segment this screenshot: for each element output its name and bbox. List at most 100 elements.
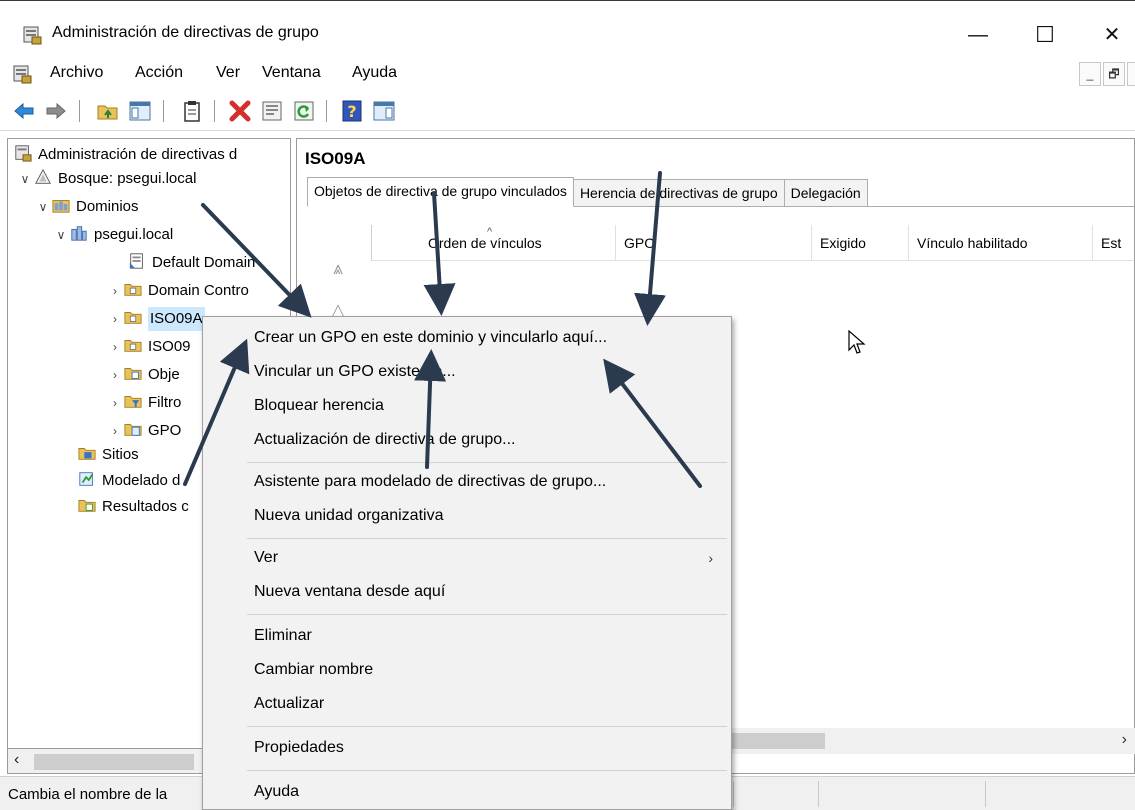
- back-arrow-icon[interactable]: [12, 99, 36, 123]
- action-pane-icon[interactable]: [372, 99, 396, 123]
- tree-item-starter-gpo[interactable]: › GPO: [106, 419, 181, 443]
- menu-item-rename[interactable]: Cambiar nombre: [203, 653, 731, 687]
- menu-item-new-ou[interactable]: Nueva unidad organizativa: [203, 499, 731, 533]
- tree-item-gpmc-root[interactable]: Administración de directivas d: [14, 143, 237, 167]
- menu-item-help[interactable]: Ayuda: [203, 775, 731, 809]
- forward-arrow-icon[interactable]: [44, 99, 68, 123]
- window-top-edge: [0, 0, 1135, 9]
- maximize-button[interactable]: ☐: [1022, 18, 1068, 52]
- scroll-left-icon[interactable]: ‹: [14, 751, 19, 769]
- clipboard-icon[interactable]: [180, 99, 204, 123]
- column-gpo[interactable]: GPO: [616, 225, 812, 261]
- menu-item-group-policy-update[interactable]: Actualización de directiva de grupo...: [203, 423, 731, 457]
- show-hide-tree-icon[interactable]: [128, 99, 152, 123]
- properties-icon[interactable]: [260, 99, 284, 123]
- domains-icon: [52, 200, 70, 213]
- tree-item-wmi-filters[interactable]: › Filtro: [106, 391, 181, 415]
- up-folder-icon[interactable]: [96, 99, 120, 123]
- tree-item-domains[interactable]: ∨ Dominios: [34, 195, 139, 219]
- tree-label: psegui.local: [94, 226, 174, 243]
- tree-item-default-domain-policy[interactable]: Default Domain: [128, 251, 255, 275]
- mouse-cursor-icon: [848, 330, 866, 354]
- status-separator: [733, 781, 734, 807]
- tree-label: ISO09: [148, 338, 191, 355]
- tree-item-domain[interactable]: ∨ psegui.local: [52, 223, 174, 247]
- tree-item-iso09b[interactable]: › ISO09: [106, 335, 191, 359]
- title-bar: Administración de directivas de grupo — …: [0, 10, 1135, 58]
- tree-item-forest[interactable]: ∨ Bosque: psegui.local: [16, 167, 196, 191]
- scroll-right-icon[interactable]: ›: [1122, 731, 1127, 749]
- close-button[interactable]: ✕: [1089, 18, 1135, 52]
- gpmc-node-icon: [15, 145, 32, 162]
- gpmc-app-icon: [23, 26, 42, 45]
- tree-item-iso09a[interactable]: › ISO09A: [106, 307, 205, 331]
- toolbar-separator: [79, 100, 80, 122]
- menu-item-create-gpo[interactable]: Crear un GPO en este dominio y vincularl…: [203, 321, 731, 355]
- mdi-controls: _ 🗗 ×: [1077, 62, 1135, 86]
- tab-delegation[interactable]: Delegación: [783, 179, 868, 207]
- menu-item-delete[interactable]: Eliminar: [203, 619, 731, 653]
- status-text: Cambia el nombre de la: [8, 786, 168, 803]
- sites-icon: [78, 448, 96, 460]
- chevron-right-icon[interactable]: ›: [106, 363, 124, 387]
- menu-archivo[interactable]: Archivo: [50, 64, 103, 82]
- tab-linked-gpos[interactable]: Objetos de directiva de grupo vinculados: [307, 177, 574, 207]
- delete-icon[interactable]: [228, 99, 252, 123]
- svg-text:?: ?: [347, 102, 356, 121]
- column-enforced[interactable]: Exigido: [812, 225, 909, 261]
- tab-strip: Objetos de directiva de grupo vinculados…: [307, 177, 868, 207]
- chevron-right-icon[interactable]: ›: [106, 335, 124, 359]
- menu-separator: [247, 770, 727, 771]
- column-link-enabled[interactable]: Vínculo habilitado: [909, 225, 1093, 261]
- menu-accion[interactable]: Acción: [135, 64, 183, 82]
- tree-label: Obje: [148, 366, 180, 383]
- ou-folder-icon: [124, 284, 142, 296]
- scrollbar-thumb[interactable]: [34, 754, 194, 770]
- tab-inheritance[interactable]: Herencia de directivas de grupo: [572, 179, 785, 207]
- menu-item-modeling-wizard[interactable]: Asistente para modelado de directivas de…: [203, 465, 731, 499]
- menu-item-block-inheritance[interactable]: Bloquear herencia: [203, 389, 731, 423]
- mdi-minimize-button[interactable]: _: [1079, 62, 1101, 86]
- refresh-icon[interactable]: [292, 99, 316, 123]
- menu-separator: [247, 614, 727, 615]
- chevron-right-icon[interactable]: ›: [106, 419, 124, 443]
- menu-item-properties[interactable]: Propiedades: [203, 731, 731, 765]
- chevron-down-icon[interactable]: ∨: [16, 167, 34, 191]
- mdi-close-button[interactable]: ×: [1127, 62, 1135, 86]
- tree-item-gpo-objects[interactable]: › Obje: [106, 363, 180, 387]
- tree-item-modeling[interactable]: Modelado d: [78, 469, 180, 493]
- chevron-down-icon[interactable]: ∨: [52, 223, 70, 247]
- menu-item-view[interactable]: Ver ›: [203, 541, 731, 575]
- ou-folder-icon: [124, 340, 142, 352]
- submenu-arrow-icon: ›: [708, 550, 713, 566]
- minimize-button[interactable]: —: [955, 18, 1001, 52]
- menu-item-refresh[interactable]: Actualizar: [203, 687, 731, 721]
- menu-item-new-window[interactable]: Nueva ventana desde aquí: [203, 575, 731, 609]
- menu-item-label: Ver: [254, 549, 279, 566]
- tree-label: ISO09A: [148, 307, 205, 331]
- chevron-right-icon[interactable]: ›: [106, 307, 124, 331]
- tree-item-sites[interactable]: Sitios: [78, 443, 139, 467]
- chevron-right-icon[interactable]: ›: [106, 279, 124, 303]
- column-link-order[interactable]: Orden de vínculos: [372, 225, 616, 261]
- tree-item-domain-controllers[interactable]: › Domain Contro: [106, 279, 249, 303]
- list-header: ^ Orden de vínculos GPO Exigido Vínculo …: [371, 225, 1134, 261]
- move-up-icon[interactable]: ⩓: [327, 257, 349, 279]
- toolbar-separator: [214, 100, 215, 122]
- starter-gpo-folder-icon: [124, 424, 142, 436]
- tree-label: Sitios: [102, 446, 139, 463]
- menu-ventana[interactable]: Ventana: [262, 64, 321, 82]
- column-status[interactable]: Est: [1093, 225, 1134, 261]
- menu-ayuda[interactable]: Ayuda: [352, 64, 397, 82]
- pane-title: ISO09A: [305, 149, 366, 168]
- chevron-down-icon[interactable]: ∨: [34, 195, 52, 219]
- help-icon[interactable]: ?: [340, 99, 364, 123]
- scrollbar-thumb[interactable]: [730, 733, 825, 749]
- chevron-right-icon[interactable]: ›: [106, 391, 124, 415]
- mdi-restore-button[interactable]: 🗗: [1103, 62, 1125, 86]
- tree-item-results[interactable]: Resultados c: [78, 495, 189, 519]
- list-horizontal-scrollbar[interactable]: ›: [730, 728, 1135, 754]
- menu-item-link-existing-gpo[interactable]: Vincular un GPO existente...: [203, 355, 731, 389]
- toolbar-separator: [163, 100, 164, 122]
- menu-ver[interactable]: Ver: [216, 64, 240, 82]
